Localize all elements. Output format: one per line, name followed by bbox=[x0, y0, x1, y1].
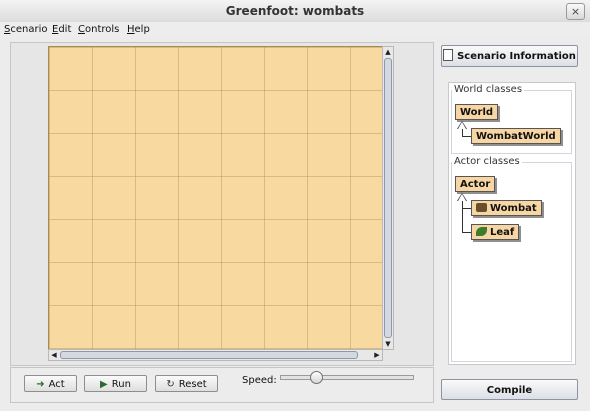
menu-bar: Scenario Edit Controls Help bbox=[0, 22, 590, 37]
class-wombatworld[interactable]: WombatWorld bbox=[471, 128, 561, 144]
compile-button[interactable]: Compile bbox=[441, 379, 578, 400]
leaf-icon bbox=[476, 227, 487, 236]
speed-label: Speed: bbox=[242, 375, 277, 386]
menu-scenario[interactable]: Scenario bbox=[4, 22, 47, 37]
world-grid[interactable] bbox=[48, 46, 383, 350]
scroll-down-icon[interactable]: ▼ bbox=[383, 339, 393, 349]
inheritance-line bbox=[462, 199, 463, 232]
class-world[interactable]: World bbox=[455, 104, 499, 120]
act-button-label: Act bbox=[48, 379, 65, 390]
window-titlebar: Greenfoot: wombats bbox=[0, 0, 590, 23]
act-button[interactable]: ➜ Act bbox=[24, 375, 77, 392]
speed-slider-knob[interactable] bbox=[309, 371, 323, 384]
reset-icon: ↻ bbox=[166, 379, 175, 390]
window-title: Greenfoot: wombats bbox=[225, 4, 365, 18]
play-icon: ▶ bbox=[100, 379, 108, 390]
scroll-left-icon[interactable]: ◀ bbox=[49, 350, 59, 360]
window-close-button[interactable]: × bbox=[566, 3, 585, 20]
class-leaf-label: Leaf bbox=[490, 227, 515, 238]
menu-help[interactable]: Help bbox=[127, 22, 150, 37]
actor-classes-title: Actor classes bbox=[452, 156, 522, 168]
menu-controls[interactable]: Controls bbox=[78, 22, 119, 37]
inheritance-line bbox=[462, 232, 471, 233]
horizontal-scrollbar[interactable]: ◀ ▶ bbox=[48, 349, 383, 361]
scroll-right-icon[interactable]: ▶ bbox=[372, 350, 382, 360]
inheritance-arrow-fill bbox=[458, 194, 466, 201]
class-wombat[interactable]: Wombat bbox=[471, 200, 542, 216]
inheritance-line bbox=[462, 136, 471, 137]
class-wombat-label: Wombat bbox=[490, 203, 537, 214]
run-button-label: Run bbox=[111, 379, 131, 390]
reset-button-label: Reset bbox=[178, 379, 207, 390]
wombat-icon bbox=[476, 203, 487, 212]
class-actor[interactable]: Actor bbox=[455, 176, 496, 192]
step-arrow-icon: ➜ bbox=[36, 379, 45, 390]
reset-button[interactable]: ↻ Reset bbox=[155, 375, 218, 392]
menu-edit[interactable]: Edit bbox=[52, 22, 71, 37]
class-leaf[interactable]: Leaf bbox=[471, 224, 520, 240]
scroll-up-icon[interactable]: ▲ bbox=[383, 47, 393, 57]
document-icon bbox=[443, 49, 454, 61]
scenario-information-label: Scenario Information bbox=[457, 51, 576, 62]
inheritance-arrow-fill bbox=[458, 122, 466, 129]
speed-slider-track[interactable] bbox=[280, 375, 414, 380]
horizontal-scroll-thumb[interactable] bbox=[60, 351, 358, 359]
scenario-information-button[interactable]: Scenario Information bbox=[441, 45, 578, 67]
vertical-scroll-thumb[interactable] bbox=[384, 58, 392, 338]
vertical-scrollbar[interactable]: ▲ ▼ bbox=[382, 46, 394, 350]
world-classes-title: World classes bbox=[452, 84, 525, 96]
run-button[interactable]: ▶ Run bbox=[84, 375, 147, 392]
inheritance-line bbox=[462, 208, 471, 209]
